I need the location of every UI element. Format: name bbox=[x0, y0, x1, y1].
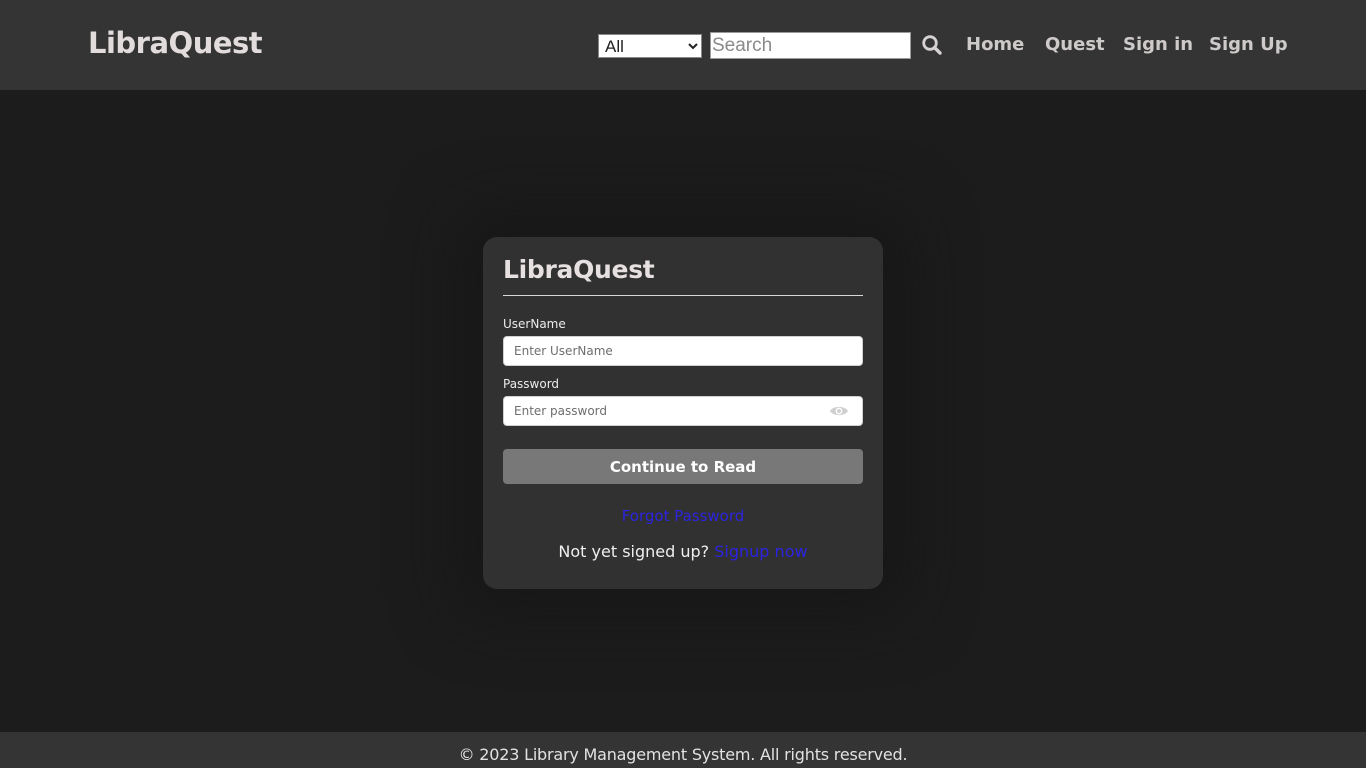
nav-home[interactable]: Home bbox=[966, 34, 1024, 55]
continue-to-read-button[interactable]: Continue to Read bbox=[503, 449, 863, 484]
login-title: LibraQuest bbox=[503, 255, 655, 284]
username-field[interactable] bbox=[503, 336, 863, 366]
nav-sign-in[interactable]: Sign in bbox=[1123, 34, 1193, 55]
username-label: UserName bbox=[503, 317, 566, 331]
top-navbar: LibraQuest All Home Quest Sign in Sign U… bbox=[0, 0, 1366, 90]
page-footer: © 2023 Library Management System. All ri… bbox=[0, 732, 1366, 768]
signup-prompt-text: Not yet signed up? bbox=[558, 542, 710, 561]
category-select[interactable]: All bbox=[598, 34, 702, 58]
forgot-password-link-text[interactable]: Forgot Password bbox=[622, 507, 745, 525]
search-icon[interactable] bbox=[921, 34, 943, 56]
brand-logo[interactable]: LibraQuest bbox=[88, 26, 263, 60]
footer-copyright: © 2023 Library Management System. All ri… bbox=[458, 745, 908, 764]
password-field[interactable] bbox=[503, 396, 863, 426]
eye-icon[interactable] bbox=[829, 403, 849, 417]
nav-quest[interactable]: Quest bbox=[1045, 34, 1105, 55]
password-label: Password bbox=[503, 377, 560, 391]
forgot-password-link: Forgot Password bbox=[483, 507, 883, 525]
signup-now-link[interactable]: Signup now bbox=[714, 542, 807, 561]
login-card: LibraQuest UserName Password Continue to… bbox=[483, 237, 883, 589]
search-input[interactable] bbox=[710, 32, 911, 59]
title-divider bbox=[503, 295, 863, 296]
nav-sign-up[interactable]: Sign Up bbox=[1209, 34, 1288, 55]
signup-prompt-row: Not yet signed up? Signup now bbox=[483, 542, 883, 561]
